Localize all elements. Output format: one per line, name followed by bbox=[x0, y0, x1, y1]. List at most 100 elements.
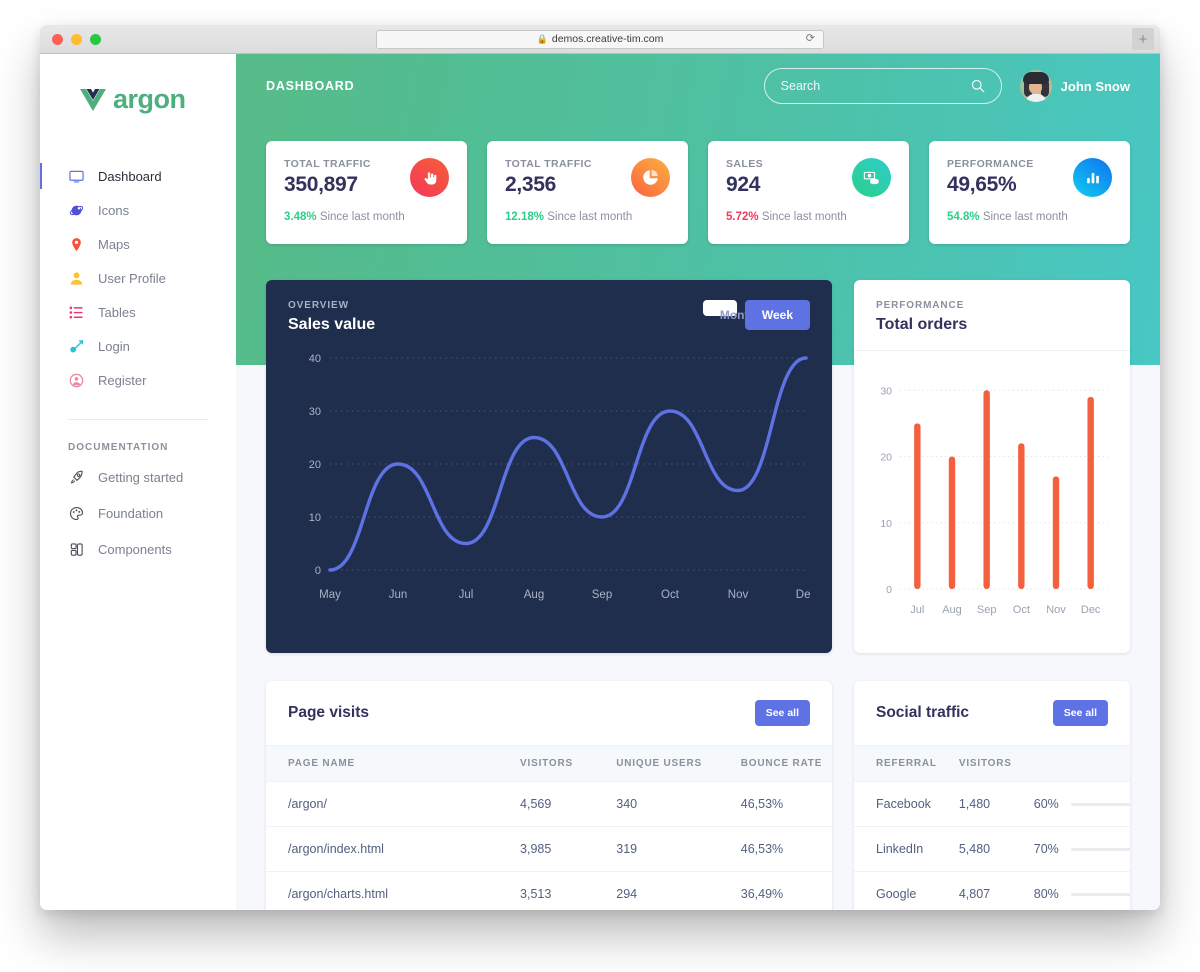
svg-text:Aug: Aug bbox=[942, 604, 962, 616]
search-icon[interactable] bbox=[971, 79, 985, 93]
brand-name: argon bbox=[113, 84, 186, 114]
sidebar: argon Dashboard Icons Maps User Profile … bbox=[40, 54, 236, 910]
sidebar-item-label: Login bbox=[98, 338, 130, 354]
table-row: Google 4,807 80% bbox=[854, 871, 1130, 910]
table-row: /argon/charts.html 3,513 294 36,49% bbox=[266, 871, 832, 910]
chart-title: Sales value bbox=[288, 316, 376, 333]
svg-text:Jul: Jul bbox=[459, 589, 474, 601]
avatar bbox=[1019, 70, 1052, 102]
stat-period: Since last month bbox=[319, 211, 405, 223]
svg-text:10: 10 bbox=[309, 512, 321, 524]
line-chart-svg: 0 10 20 30 40 May Jun Jul Aug Sep Oct Nov Dec bbox=[309, 353, 810, 601]
lock-icon: 🔒 bbox=[536, 33, 548, 44]
search-box[interactable] bbox=[763, 68, 1002, 104]
sidebar-item-register[interactable]: Register bbox=[40, 363, 236, 397]
svg-text:Aug: Aug bbox=[524, 589, 544, 601]
sidebar-item-label: Components bbox=[98, 541, 172, 557]
sidebar-item-dashboard[interactable]: Dashboard bbox=[40, 159, 236, 193]
sidebar-item-tables[interactable]: Tables bbox=[40, 295, 236, 329]
cell-referral: LinkedIn bbox=[854, 826, 937, 872]
svg-text:Nov: Nov bbox=[728, 589, 749, 601]
sidebar-item-components[interactable]: Components bbox=[40, 531, 236, 567]
stat-label: SALES bbox=[726, 158, 764, 170]
sidebar-docs-nav: Getting started Foundation Components bbox=[40, 459, 236, 567]
list-icon bbox=[68, 304, 84, 320]
total-orders-chart-card: PERFORMANCE Total orders 0 10 20 30 Jul Aug Se… bbox=[854, 280, 1130, 653]
sidebar-item-maps[interactable]: Maps bbox=[40, 227, 236, 261]
stat-period: Since last month bbox=[547, 211, 633, 223]
progress-percent: 80% bbox=[1033, 887, 1059, 901]
month-button[interactable]: Month bbox=[702, 300, 756, 322]
cell-page-name: /argon/ bbox=[266, 781, 499, 827]
cell-visitors: 4,569 bbox=[498, 781, 595, 827]
reload-icon[interactable]: ⟳ bbox=[806, 33, 815, 45]
close-window-button[interactable] bbox=[52, 33, 63, 45]
rocket-icon bbox=[68, 469, 84, 485]
minimize-window-button[interactable] bbox=[71, 33, 82, 45]
week-button[interactable]: Week bbox=[744, 300, 810, 330]
new-tab-button[interactable]: + bbox=[1132, 28, 1154, 50]
stat-change: 3.48% bbox=[284, 211, 317, 223]
column-header bbox=[1011, 745, 1130, 782]
sidebar-item-getting-started[interactable]: Getting started bbox=[40, 459, 236, 495]
stat-value: 924 bbox=[726, 173, 761, 196]
bar-chart-svg: 0 10 20 30 Jul Aug Sep Oct Nov Dec bbox=[880, 385, 1108, 616]
stat-cards: TOTAL TRAFFIC 350,897 3.48% Since last m… bbox=[266, 141, 1130, 244]
svg-text:Oct: Oct bbox=[1013, 604, 1030, 616]
pie-chart-icon bbox=[631, 158, 670, 197]
stat-value: 2,356 bbox=[505, 173, 557, 196]
user-name: John Snow bbox=[1060, 78, 1130, 94]
bar-chart-icon bbox=[1073, 158, 1112, 197]
sidebar-item-label: Tables bbox=[98, 304, 136, 320]
cell-bounce-rate: 46,53% bbox=[718, 781, 832, 827]
sidebar-item-label: Register bbox=[98, 372, 147, 388]
see-all-button[interactable]: See all bbox=[754, 700, 810, 726]
cell-visitors: 1,480 bbox=[936, 781, 1012, 827]
column-header: PAGE NAME bbox=[266, 745, 499, 782]
column-header: REFERRAL bbox=[854, 745, 937, 782]
browser-titlebar: 🔒 demos.creative-tim.com ⟳ + bbox=[40, 25, 1160, 54]
progress-bar bbox=[1070, 802, 1130, 806]
table-row: /argon/ 4,569 340 46,53% bbox=[266, 781, 832, 827]
cell-visitors: 5,480 bbox=[936, 826, 1012, 872]
svg-text:30: 30 bbox=[309, 406, 321, 418]
svg-text:10: 10 bbox=[880, 518, 892, 530]
stat-change: 12.18% bbox=[505, 211, 545, 223]
svg-text:Sep: Sep bbox=[592, 589, 612, 601]
user-circle-icon bbox=[68, 372, 84, 388]
brand-logo[interactable]: argon bbox=[40, 64, 236, 115]
stat-change: 5.72% bbox=[726, 211, 759, 223]
timeframe-toggle: Month Week bbox=[702, 300, 810, 330]
table-row: /argon/index.html 3,985 319 46,53% bbox=[266, 826, 832, 872]
see-all-button[interactable]: See all bbox=[1052, 700, 1108, 726]
sidebar-item-user-profile[interactable]: User Profile bbox=[40, 261, 236, 295]
cell-unique-users: 319 bbox=[594, 826, 719, 872]
sales-value-chart-card: OVERVIEW Sales value Month Week 0 10 20 30 4… bbox=[266, 280, 832, 653]
money-icon bbox=[852, 158, 891, 197]
sidebar-item-icons[interactable]: Icons bbox=[40, 193, 236, 227]
card-title: Social traffic bbox=[876, 704, 970, 721]
search-input[interactable] bbox=[780, 79, 971, 93]
maximize-window-button[interactable] bbox=[90, 33, 101, 45]
svg-text:20: 20 bbox=[309, 459, 321, 471]
cell-page-name: /argon/charts.html bbox=[266, 871, 499, 910]
svg-text:Dec: Dec bbox=[796, 589, 810, 601]
user-menu[interactable]: John Snow bbox=[1019, 70, 1130, 102]
cell-referral: Google bbox=[854, 871, 937, 910]
cell-unique-users: 294 bbox=[594, 871, 719, 910]
charts-row: OVERVIEW Sales value Month Week 0 10 20 30 4… bbox=[266, 280, 1130, 653]
stat-card: TOTAL TRAFFIC 2,356 12.18% Since last mo… bbox=[487, 141, 688, 244]
sidebar-item-login[interactable]: Login bbox=[40, 329, 236, 363]
page-viewport: argon Dashboard Icons Maps User Profile … bbox=[40, 54, 1160, 910]
table-header-row: REFERRAL VISITORS bbox=[854, 745, 1130, 782]
sidebar-section-title: DOCUMENTATION bbox=[68, 442, 169, 453]
url-text: demos.creative-tim.com bbox=[551, 33, 664, 45]
address-bar[interactable]: 🔒 demos.creative-tim.com ⟳ bbox=[376, 29, 824, 49]
svg-text:Jul: Jul bbox=[910, 604, 924, 616]
stat-card: PERFORMANCE 49,65% 54.8% Since last mont… bbox=[929, 141, 1130, 244]
sidebar-item-foundation[interactable]: Foundation bbox=[40, 495, 236, 531]
hand-pointer-icon bbox=[410, 158, 449, 197]
sidebar-item-label: Dashboard bbox=[98, 168, 162, 184]
table-row: Facebook 1,480 60% bbox=[854, 781, 1130, 827]
key-icon bbox=[68, 338, 84, 354]
